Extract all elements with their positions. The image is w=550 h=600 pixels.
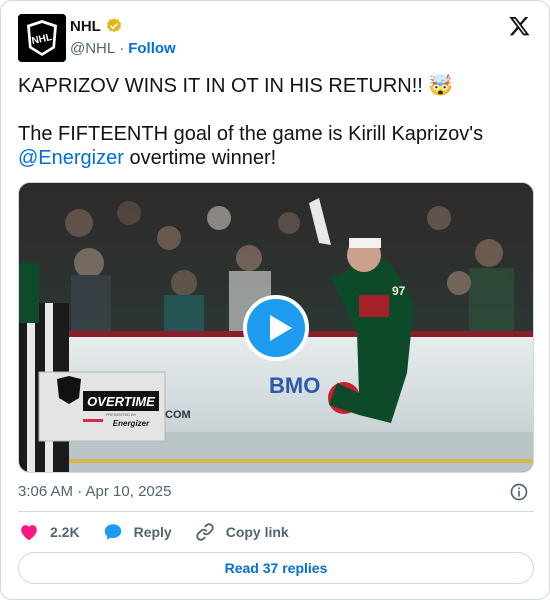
play-button[interactable] xyxy=(243,295,309,361)
reply-label: Reply xyxy=(133,524,172,540)
tweet-line-2b: overtime winner! xyxy=(123,147,277,169)
heart-icon xyxy=(21,525,37,541)
info-icon[interactable] xyxy=(509,482,529,502)
author-name-row: NHL xyxy=(70,17,123,35)
nhl-shield-logo: NHL xyxy=(18,14,66,62)
handle-row: @NHL · Follow xyxy=(70,40,176,57)
tweet-line-2a: The FIFTEENTH goal of the game is Kirill… xyxy=(18,123,484,145)
overtime-overlay-sub: PRESENTED BY xyxy=(106,412,137,417)
link-icon xyxy=(196,523,214,541)
author-handle[interactable]: @NHL xyxy=(70,40,115,57)
overtime-overlay-brand: Energizer xyxy=(113,419,150,428)
divider xyxy=(18,511,534,512)
like-button[interactable]: 2.2K xyxy=(18,521,80,543)
like-count: 2.2K xyxy=(50,524,80,540)
follow-button[interactable]: Follow xyxy=(128,40,176,57)
reply-bubble-icon xyxy=(104,524,121,540)
arena-board-text: BMO xyxy=(269,373,320,398)
x-logo-icon[interactable] xyxy=(508,15,531,37)
copy-link-label: Copy link xyxy=(225,524,289,540)
board-sign-text: COM xyxy=(165,409,191,421)
copy-link-button[interactable]: Copy link xyxy=(194,521,289,543)
tweet-card: NHL NHL @NHL · Follow KAPRIZOV WINS IT I… xyxy=(0,0,550,600)
video-media[interactable]: BMO 97 OVERTIME PRESENTED BY Energizer C… xyxy=(18,182,534,473)
overtime-overlay-title: OVERTIME xyxy=(87,394,155,409)
read-replies-button[interactable]: Read 37 replies xyxy=(18,552,534,584)
tweet-line-1: KAPRIZOV WINS IT IN OT IN HIS RETURN!! 🤯 xyxy=(18,75,454,97)
nhl-avatar[interactable]: NHL xyxy=(18,14,66,62)
jersey-number: 97 xyxy=(392,284,406,298)
verified-badge-icon xyxy=(106,18,121,33)
author-name[interactable]: NHL xyxy=(70,18,101,35)
action-bar: 2.2K Reply Copy link xyxy=(18,520,311,544)
reply-button[interactable]: Reply xyxy=(102,521,172,543)
separator-dot: · xyxy=(119,40,125,57)
energizer-mention-link[interactable]: @Energizer xyxy=(18,147,124,169)
tweet-timestamp[interactable]: 3:06 AM · Apr 10, 2025 xyxy=(18,483,171,500)
tweet-line-2: The FIFTEENTH goal of the game is Kirill… xyxy=(18,122,533,170)
tweet-text: KAPRIZOV WINS IT IN OT IN HIS RETURN!! 🤯… xyxy=(18,74,533,170)
